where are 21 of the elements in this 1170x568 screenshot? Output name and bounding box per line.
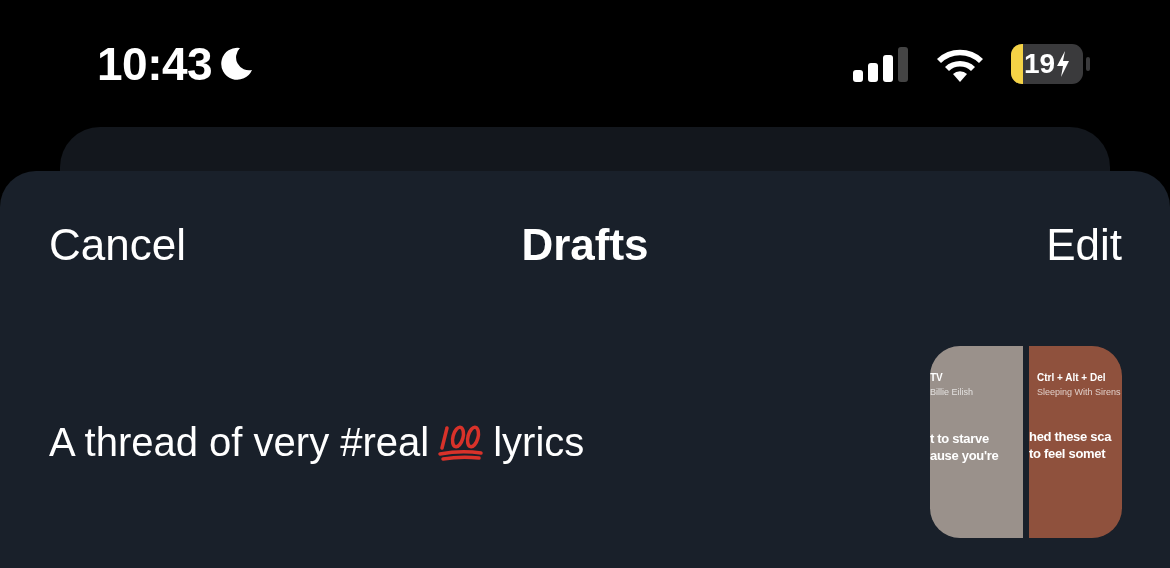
clock-time: 10:43 bbox=[97, 36, 213, 91]
lyric-line: ause you're bbox=[930, 448, 999, 463]
moon-icon bbox=[218, 45, 255, 82]
song-artist: Sleeping With Sirens bbox=[1037, 387, 1121, 397]
lyric-line: to feel somet bbox=[1029, 446, 1106, 461]
draft-title: lyrics bbox=[493, 419, 585, 465]
bolt-icon bbox=[1056, 50, 1071, 77]
song-title: Ctrl + Alt + Del bbox=[1037, 372, 1106, 383]
draft-thumbnail[interactable]: TV Billie Eilish t to starve ause you're Ctrl + Alt + Del Sleeping With Sirens hed these sca to feel somet bbox=[930, 346, 1122, 538]
song-title: TV bbox=[930, 372, 943, 383]
battery-tip-icon bbox=[1086, 56, 1090, 71]
lyric-line: t to starve bbox=[930, 431, 989, 446]
lyric-line: hed these sca bbox=[1029, 429, 1112, 444]
battery-level: 19 bbox=[1023, 47, 1056, 80]
draft-title: A thread of very #real bbox=[49, 419, 430, 465]
battery-fill bbox=[1011, 43, 1023, 84]
sheet-title: Drafts bbox=[521, 220, 649, 269]
signal-icon bbox=[853, 45, 909, 82]
cancel-button[interactable]: Cancel bbox=[49, 220, 186, 270]
song-artist: Billie Eilish bbox=[930, 387, 973, 397]
edit-button[interactable]: Edit bbox=[1046, 220, 1122, 270]
